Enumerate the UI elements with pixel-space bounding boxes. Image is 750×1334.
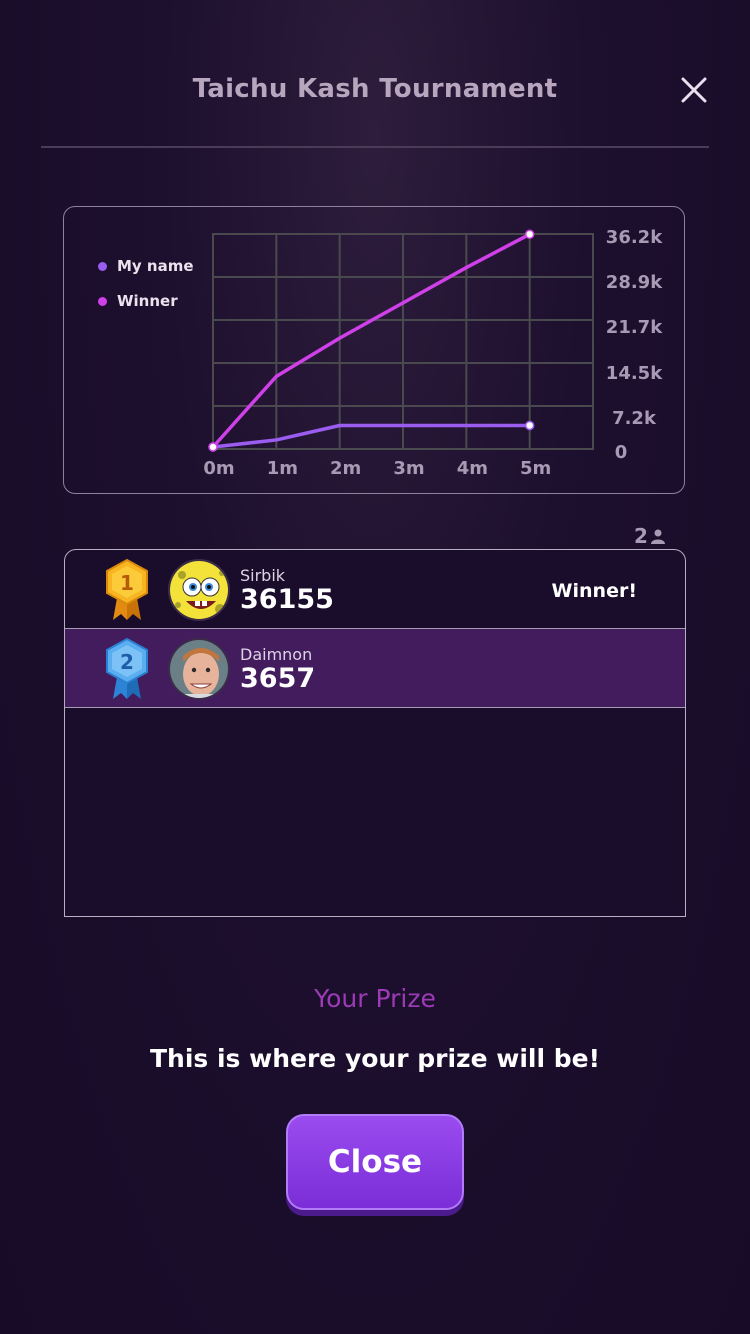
svg-text:2: 2 (120, 650, 134, 674)
legend-dot-icon (98, 261, 107, 271)
chart-point (208, 442, 218, 452)
y-tick-label: 21.7k (606, 317, 663, 338)
leaderboard: 1 Sirbik 36155 Winner! 2 Daimnon 3657 (64, 549, 686, 917)
x-tick-label: 1m (267, 458, 298, 479)
chart-point (524, 420, 535, 431)
blue-medal-icon: 2 (106, 637, 148, 699)
gold-medal-icon: 1 (106, 558, 148, 620)
legend-label: Winner (117, 292, 178, 310)
x-tick-label: 5m (520, 458, 551, 479)
x-tick-label: 4m (457, 458, 488, 479)
leaderboard-row-1[interactable]: 1 Sirbik 36155 Winner! (65, 550, 685, 629)
legend-winner: Winner (98, 292, 178, 310)
chart-point (524, 229, 535, 240)
photo-avatar (168, 638, 230, 700)
player-name: Daimnon (240, 645, 313, 664)
prize-text: This is where your prize will be! (149, 1044, 601, 1073)
svg-text:1: 1 (120, 571, 134, 595)
page-title: Taichu Kash Tournament (192, 74, 558, 104)
player-score: 36155 (240, 584, 334, 615)
chart-svg: 0m 1m 2m 3m 4m 5m 36.2k 28.9k 21.7k 14.5k 7.2k 0 (203, 227, 663, 479)
players-count: 2 (634, 524, 666, 548)
y-tick-label: 7.2k (612, 408, 657, 429)
chart-series-line (211, 232, 531, 449)
y-tick-label: 14.5k (606, 363, 663, 384)
legend-label: My name (117, 257, 194, 275)
player-score: 3657 (240, 663, 316, 694)
chart-series-line (212, 423, 530, 449)
y-tick-label: 36.2k (606, 227, 663, 248)
winner-badge: Winner! (551, 580, 637, 602)
x-tick-label: 3m (393, 458, 424, 479)
y-tick-label: 0 (615, 442, 628, 463)
y-tick-label: 28.9k (606, 272, 663, 293)
legend-my-name: My name (98, 257, 194, 275)
score-chart: 0m 1m 2m 3m 4m 5m 36.2k 28.9k 21.7k 14.5k 7.2k 0 My… (63, 206, 685, 494)
leaderboard-row-2[interactable]: 2 Daimnon 3657 (65, 629, 685, 708)
close-button[interactable]: Close (286, 1114, 464, 1210)
legend-dot-icon (98, 296, 107, 306)
players-icon (650, 529, 665, 544)
players-count-value: 2 (634, 524, 648, 548)
x-tick-label: 0m (203, 458, 234, 479)
sponge-avatar (168, 559, 230, 621)
x-tick-label: 2m (330, 458, 361, 479)
prize-title: Your Prize (314, 984, 436, 1013)
header-divider (41, 146, 709, 148)
close-icon[interactable] (676, 72, 712, 108)
player-name: Sirbik (240, 566, 286, 585)
